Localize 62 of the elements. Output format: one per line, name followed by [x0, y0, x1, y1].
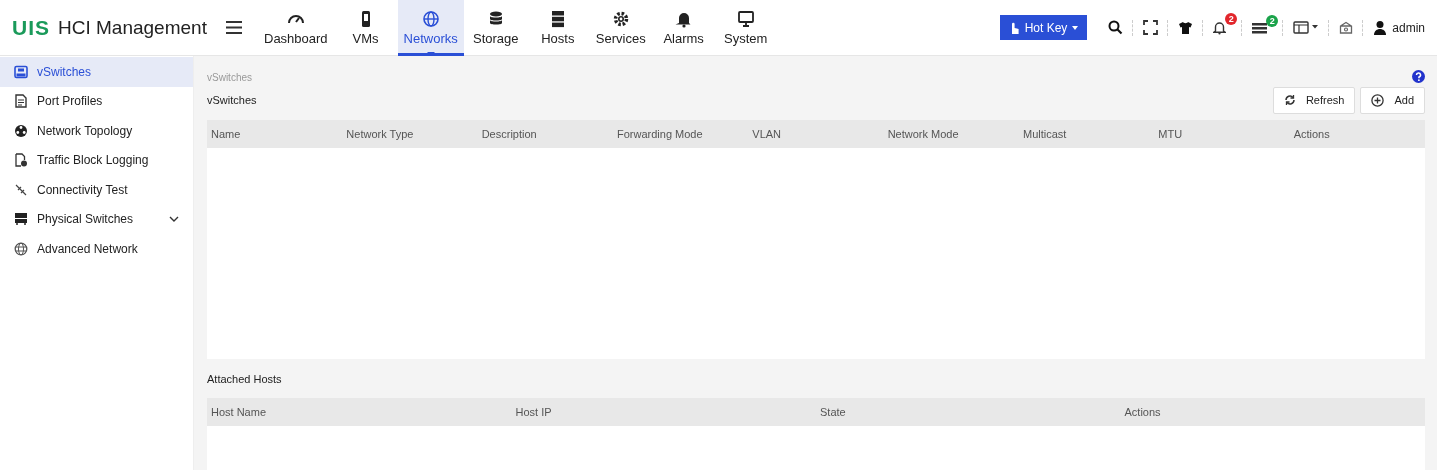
nav-tab[interactable]: Hosts [527, 0, 588, 56]
rack-icon [14, 212, 28, 227]
list-icon[interactable] [1252, 21, 1268, 34]
column-header: Host Name [210, 406, 268, 418]
sidebar-item[interactable]: Physical Switches [0, 204, 193, 234]
bell-icon[interactable] [1213, 20, 1227, 35]
document-icon [14, 94, 28, 109]
sidebar-item[interactable]: Traffic Block Logging [0, 145, 193, 175]
sidebar-item[interactable]: Advanced Network [0, 234, 193, 264]
nav-tab[interactable]: Alarms [653, 0, 714, 56]
help-icon[interactable] [1412, 70, 1425, 83]
nav-tab[interactable]: Storage [465, 0, 526, 56]
column-header: Description [480, 128, 538, 140]
nav-tab[interactable]: Dashboard [258, 0, 334, 56]
tshirt-icon[interactable] [1178, 20, 1194, 35]
sidebar-item[interactable]: Connectivity Test [0, 175, 193, 205]
breadcrumb: vSwitches [207, 72, 252, 83]
nav-tab[interactable]: Services [589, 0, 652, 56]
sidebar-item[interactable]: Network Topology [0, 116, 193, 146]
globe-icon [421, 10, 440, 28]
user-name[interactable]: admin [1392, 20, 1425, 35]
sidebar-item[interactable]: vSwitches [0, 57, 193, 87]
package-icon[interactable] [1339, 20, 1354, 35]
alarm-count-badge: 2 [1225, 13, 1238, 25]
column-header: Network Type [345, 128, 415, 140]
app-title: HCI Management [58, 16, 207, 39]
task-count-badge: 2 [1266, 14, 1279, 27]
brand-logo: UIS [12, 15, 50, 40]
log-file-icon [14, 153, 28, 168]
network-icon [14, 123, 28, 138]
column-header: MTU [1157, 128, 1184, 140]
layout-dropdown-icon[interactable] [1293, 21, 1320, 34]
add-button[interactable]: Add [1360, 86, 1425, 114]
column-header: State [819, 406, 847, 418]
menu-icon[interactable] [226, 21, 242, 34]
fullscreen-icon[interactable] [1143, 20, 1159, 35]
globe-icon [14, 241, 28, 256]
plus-circle-icon [1371, 93, 1385, 107]
column-header: Forwarding Mode [616, 128, 704, 140]
column-header: Multicast [1022, 128, 1068, 140]
sidebar-item[interactable]: Port Profiles [0, 86, 193, 116]
section-title: Attached Hosts [207, 371, 283, 387]
column-header: Actions [1292, 128, 1331, 140]
column-header: VLAN [751, 128, 783, 140]
nav-tab[interactable]: Networks [397, 0, 464, 56]
bell-icon [674, 10, 693, 28]
column-header: Host IP [514, 406, 553, 418]
probe-icon [14, 182, 28, 197]
switch-icon [14, 64, 28, 79]
user-icon[interactable] [1373, 20, 1388, 35]
nav-tab[interactable]: VMs [335, 0, 396, 56]
refresh-button[interactable]: Refresh [1272, 86, 1356, 114]
column-header: Network Mode [886, 128, 960, 140]
nav-tab[interactable]: System [715, 0, 776, 56]
search-icon[interactable] [1108, 20, 1124, 35]
monitor-icon [736, 10, 755, 28]
gear-icon [611, 10, 630, 28]
column-header: Name [210, 128, 242, 140]
refresh-icon [1283, 94, 1296, 106]
section-title: vSwitches [207, 94, 257, 106]
hot-key-button[interactable]: Hot Key [999, 15, 1088, 40]
column-header: Actions [1123, 406, 1162, 418]
